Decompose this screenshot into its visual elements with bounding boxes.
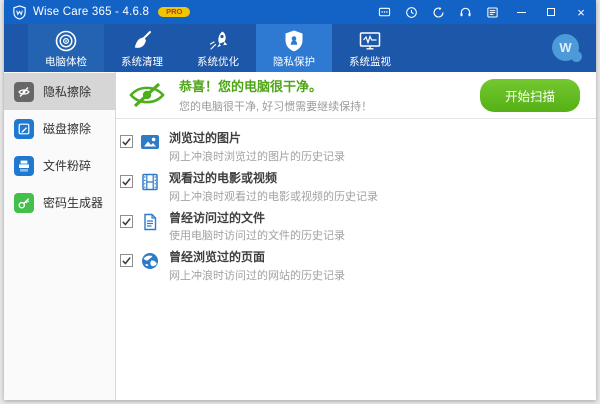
cleaner-broom-icon bbox=[130, 27, 154, 53]
desktop-background: Wise Care 365 - 4.6.8 PRO bbox=[0, 0, 600, 404]
tab-system-cleaner[interactable]: 系统清理 bbox=[104, 24, 180, 72]
list-item-visited-pages: 曾经浏览过的页面 网上冲浪时访问过的网站的历史记录 bbox=[120, 248, 596, 288]
sidebar-item-label: 隐私擦除 bbox=[43, 83, 91, 100]
support-headset-icon[interactable] bbox=[452, 0, 479, 24]
sidebar-item-label: 文件粉碎 bbox=[43, 157, 91, 174]
item-title[interactable]: 浏览过的图片 bbox=[169, 132, 345, 146]
tuneup-rocket-icon bbox=[206, 27, 230, 53]
status-header: 恭喜！您的电脑很干净。 您的电脑很干净, 好习惯需要继续保持！ 开始扫描 bbox=[116, 72, 596, 119]
item-description: 网上冲浪时浏览过的图片的历史记录 bbox=[169, 148, 345, 164]
globe-icon bbox=[140, 251, 160, 271]
file-shredder-icon bbox=[14, 156, 34, 176]
row-text: 浏览过的图片 网上冲浪时浏览过的图片的历史记录 bbox=[169, 132, 345, 164]
tab-system-monitor[interactable]: 系统监视 bbox=[332, 24, 408, 72]
row-text: 曾经访问过的文件 使用电脑时访问过的文件的历史记录 bbox=[169, 212, 345, 244]
sidebar-item-password-generator[interactable]: 密码生成器 bbox=[4, 184, 115, 221]
row-text: 观看过的电影或视频 网上冲浪时观看过的电影或视频的历史记录 bbox=[169, 172, 378, 204]
menu-icon[interactable] bbox=[479, 0, 506, 24]
tab-label: 隐私保护 bbox=[273, 54, 315, 69]
app-body: 隐私擦除 磁盘擦除 文件粉碎 bbox=[4, 72, 596, 400]
list-item-accessed-files: 曾经访问过的文件 使用电脑时访问过的文件的历史记录 bbox=[120, 209, 596, 249]
list-item-browsed-images: 浏览过的图片 网上冲浪时浏览过的图片的历史记录 bbox=[120, 129, 596, 169]
sidebar-item-label: 磁盘擦除 bbox=[43, 120, 91, 137]
status-subtitle: 您的电脑很干净, 好习惯需要继续保持！ bbox=[179, 98, 372, 114]
eye-slash-green-icon bbox=[128, 81, 166, 109]
schedule-icon[interactable] bbox=[398, 0, 425, 24]
list-item-watched-videos: 观看过的电影或视频 网上冲浪时观看过的电影或视频的历史记录 bbox=[120, 169, 596, 209]
row-text: 曾经浏览过的页面 网上冲浪时访问过的网站的历史记录 bbox=[169, 251, 345, 283]
sidebar-item-disk-eraser[interactable]: 磁盘擦除 bbox=[4, 110, 115, 147]
feedback-icon[interactable] bbox=[371, 0, 398, 24]
tab-label: 系统清理 bbox=[121, 54, 163, 69]
tab-label: 电脑体检 bbox=[45, 54, 87, 69]
app-window: Wise Care 365 - 4.6.8 PRO bbox=[4, 0, 596, 400]
titlebar: Wise Care 365 - 4.6.8 PRO bbox=[4, 0, 596, 24]
checkbox[interactable] bbox=[120, 254, 133, 267]
checkup-radar-icon bbox=[54, 27, 78, 53]
item-title[interactable]: 曾经浏览过的页面 bbox=[169, 251, 345, 265]
privacy-item-list: 浏览过的图片 网上冲浪时浏览过的图片的历史记录 观看过的电影或视频 bbox=[116, 119, 596, 288]
app-shield-logo bbox=[12, 5, 27, 20]
item-title[interactable]: 观看过的电影或视频 bbox=[169, 172, 378, 186]
status-title: 恭喜！您的电脑很干净。 bbox=[179, 76, 372, 95]
item-description: 网上冲浪时访问过的网站的历史记录 bbox=[169, 267, 345, 283]
titlebar-actions: × bbox=[371, 0, 596, 24]
close-icon[interactable]: × bbox=[566, 0, 596, 24]
images-icon bbox=[140, 132, 160, 152]
checkbox[interactable] bbox=[120, 135, 133, 148]
main-nav: 电脑体检 系统清理 系统优化 隐私保护 bbox=[4, 24, 596, 72]
window-title: Wise Care 365 - 4.6.8 bbox=[33, 6, 149, 18]
minimize-icon[interactable] bbox=[506, 0, 536, 24]
sidebar-item-privacy-eraser[interactable]: 隐私擦除 bbox=[4, 73, 115, 110]
sidebar: 隐私擦除 磁盘擦除 文件粉碎 bbox=[4, 72, 116, 400]
sidebar-item-label: 密码生成器 bbox=[43, 194, 103, 211]
sidebar-item-file-shredder[interactable]: 文件粉碎 bbox=[4, 147, 115, 184]
film-icon bbox=[140, 172, 160, 192]
item-description: 使用电脑时访问过的文件的历史记录 bbox=[169, 227, 345, 243]
main-panel: 恭喜！您的电脑很干净。 您的电脑很干净, 好习惯需要继续保持！ 开始扫描 bbox=[116, 72, 596, 400]
item-title[interactable]: 曾经访问过的文件 bbox=[169, 212, 345, 226]
password-key-icon bbox=[14, 193, 34, 213]
tab-pc-checkup[interactable]: 电脑体检 bbox=[28, 24, 104, 72]
tab-label: 系统优化 bbox=[197, 54, 239, 69]
user-avatar[interactable]: W bbox=[552, 34, 579, 61]
disk-eraser-icon bbox=[14, 119, 34, 139]
tab-system-tuneup[interactable]: 系统优化 bbox=[180, 24, 256, 72]
privacy-shield-icon bbox=[282, 27, 306, 53]
pro-badge: PRO bbox=[158, 7, 190, 18]
tab-privacy-protector[interactable]: 隐私保护 bbox=[256, 24, 332, 72]
status-text: 恭喜！您的电脑很干净。 您的电脑很干净, 好习惯需要继续保持！ bbox=[179, 76, 372, 114]
refresh-icon[interactable] bbox=[425, 0, 452, 24]
maximize-icon[interactable] bbox=[536, 0, 566, 24]
item-description: 网上冲浪时观看过的电影或视频的历史记录 bbox=[169, 188, 378, 204]
checkbox[interactable] bbox=[120, 215, 133, 228]
monitor-screen-icon bbox=[358, 27, 382, 53]
privacy-eraser-eye-icon bbox=[14, 82, 34, 102]
checkbox[interactable] bbox=[120, 175, 133, 188]
start-scan-button[interactable]: 开始扫描 bbox=[480, 79, 580, 112]
document-icon bbox=[140, 212, 160, 232]
tab-label: 系统监视 bbox=[349, 54, 391, 69]
